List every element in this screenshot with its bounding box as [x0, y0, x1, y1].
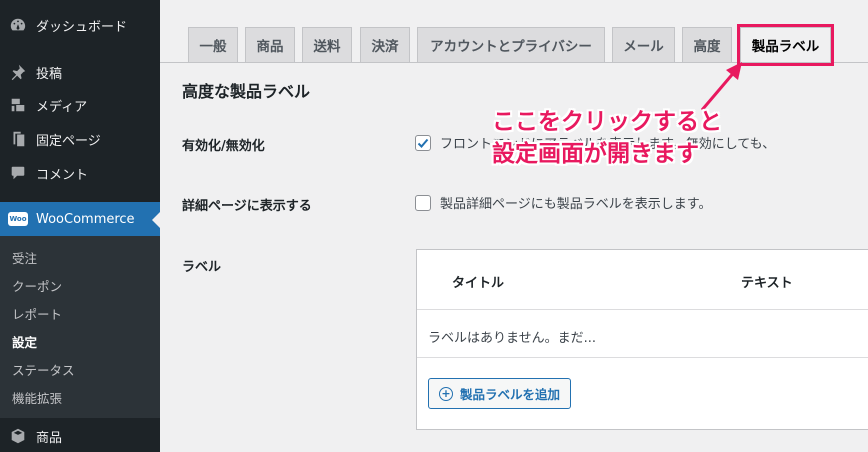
enable-label: 有効化/無効化: [182, 139, 265, 154]
menu-label: WooCommerce: [36, 211, 135, 227]
submenu-coupons[interactable]: クーポン: [12, 276, 62, 295]
enable-checkbox[interactable]: [415, 134, 431, 151]
check-icon: [417, 138, 429, 148]
column-title: タイトル: [452, 276, 505, 291]
detail-label: 詳細ページに表示する: [182, 199, 312, 214]
woo-badge: Woo: [8, 212, 28, 226]
table-divider: [417, 309, 868, 310]
current-menu-arrow: [152, 212, 160, 228]
annotation-callout: ここをクリックすると 設定画面が開きます: [492, 106, 762, 170]
comment-icon: [0, 164, 36, 182]
product-icon: [0, 427, 36, 445]
tab-email[interactable]: メール: [612, 27, 675, 62]
annotation-line-2: 設定画面が開きます: [492, 141, 699, 167]
tab-advanced[interactable]: 高度: [682, 27, 732, 62]
menu-comments[interactable]: コメント: [0, 156, 160, 190]
detail-checkbox[interactable]: [415, 194, 431, 211]
page-icon: [0, 130, 36, 148]
detail-option[interactable]: 製品詳細ページにも製品ラベルを表示します。: [415, 193, 711, 212]
menu-label: 固定ページ: [36, 133, 101, 149]
annotation-line-1: ここをクリックすると: [492, 109, 722, 135]
menu-label: ダッシュボード: [36, 19, 128, 35]
labels-table: タイトル テキスト ラベルはありません。まだ... + 製品ラベルを追加: [416, 249, 868, 430]
tab-accounts-privacy[interactable]: アカウントとプライバシー: [417, 27, 605, 62]
submenu-reports[interactable]: レポート: [12, 304, 62, 323]
menu-label: 商品: [36, 430, 63, 446]
menu-pages[interactable]: 固定ページ: [0, 122, 160, 156]
submenu-settings[interactable]: 設定: [12, 332, 37, 351]
add-label-button[interactable]: + 製品ラベルを追加: [428, 378, 572, 409]
menu-label: メディア: [36, 99, 88, 115]
table-divider: [417, 357, 868, 358]
dashboard-icon: [0, 16, 36, 34]
tab-general[interactable]: 一般: [188, 27, 238, 62]
submenu-orders[interactable]: 受注: [12, 248, 37, 267]
menu-label: 投稿: [36, 66, 63, 82]
woocommerce-submenu: 受注 クーポン レポート 設定 ステータス 機能拡張: [0, 236, 160, 418]
pin-icon: [0, 63, 36, 81]
column-text: テキスト: [741, 276, 793, 291]
menu-dashboard[interactable]: ダッシュボード: [0, 8, 160, 42]
media-icon: [0, 96, 36, 114]
woocommerce-icon: Woo: [0, 212, 36, 226]
menu-media[interactable]: メディア: [0, 88, 160, 122]
menu-woocommerce[interactable]: Woo WooCommerce: [0, 202, 160, 236]
add-label-text: 製品ラベルを追加: [460, 387, 561, 402]
empty-message: ラベルはありません。まだ...: [428, 331, 597, 346]
tab-payments[interactable]: 決済: [360, 27, 410, 62]
submenu-status[interactable]: ステータス: [12, 360, 75, 379]
section-title: 高度な製品ラベル: [182, 82, 311, 101]
menu-products[interactable]: 商品: [0, 419, 160, 452]
labels-label: ラベル: [182, 260, 222, 275]
plus-circle-icon: +: [439, 386, 453, 401]
menu-label: コメント: [36, 167, 89, 183]
tab-shipping[interactable]: 送料: [302, 27, 352, 62]
menu-posts[interactable]: 投稿: [0, 55, 160, 89]
detail-description: 製品詳細ページにも製品ラベルを表示します。: [440, 197, 712, 212]
tab-products[interactable]: 商品: [245, 27, 295, 62]
admin-sidebar: ダッシュボード 投稿 メディア 固定ページ コメント Woo WooCommer…: [0, 0, 160, 452]
submenu-extensions[interactable]: 機能拡張: [12, 388, 62, 407]
